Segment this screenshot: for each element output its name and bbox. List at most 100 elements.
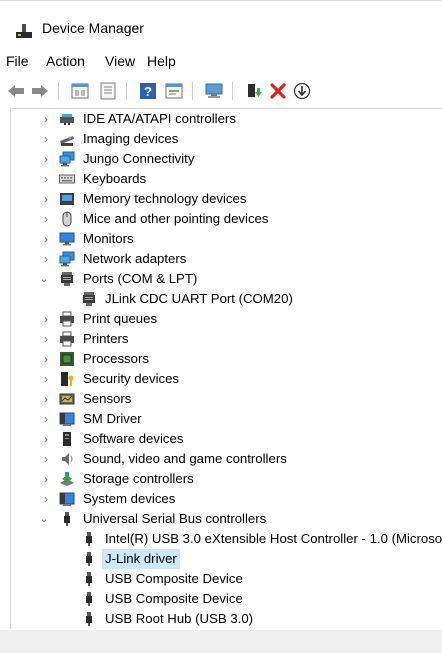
view-icon[interactable] <box>162 80 186 102</box>
tree-item-intel-usb-host-controller[interactable]: Intel(R) USB 3.0 eXtensible Host Control… <box>11 529 442 549</box>
forward-icon[interactable] <box>28 80 52 102</box>
usb-icon <box>86 532 92 546</box>
tree-item-mice[interactable]: › Mice and other pointing devices <box>11 209 442 229</box>
tree-item-label: SM Driver <box>83 411 142 426</box>
window-top-border <box>0 0 442 2</box>
security-icon <box>61 372 74 386</box>
tree-item-processors[interactable]: › Processors <box>11 349 442 369</box>
tree-item-security-devices[interactable]: › Security devices <box>11 369 442 389</box>
menu-action[interactable]: Action <box>46 51 85 71</box>
toolbar-separator <box>126 82 127 100</box>
tree-item-label: Mice and other pointing devices <box>83 211 269 226</box>
window-title: Device Manager <box>42 20 144 36</box>
system-device-icon <box>59 492 75 506</box>
chevron-right-icon[interactable]: › <box>40 149 52 169</box>
system-device-icon <box>59 412 75 426</box>
tree-item-software-devices[interactable]: › Software devices <box>11 429 442 449</box>
menu-help[interactable]: Help <box>147 51 176 71</box>
menu-file[interactable]: File <box>6 51 29 71</box>
update-driver-icon[interactable] <box>290 80 314 102</box>
speaker-icon <box>62 453 73 465</box>
chevron-right-icon[interactable]: › <box>40 409 52 429</box>
sensor-icon <box>59 393 75 405</box>
tree-item-print-queues[interactable]: › Print queues <box>11 309 442 329</box>
back-icon[interactable] <box>4 80 28 102</box>
device-manager-icon <box>16 24 32 38</box>
svg-text:?: ? <box>144 84 152 99</box>
keyboard-icon <box>59 174 75 184</box>
tree-item-ide-ata-atapi[interactable]: › IDE ATA/ATAPI controllers <box>11 109 442 129</box>
network-icon <box>59 251 75 267</box>
chevron-right-icon[interactable]: › <box>40 349 52 369</box>
tree-item-label: Keyboards <box>83 171 147 186</box>
storage-controller-icon <box>60 472 74 486</box>
tree-item-label: Memory technology devices <box>83 191 247 206</box>
help-icon[interactable]: ? <box>136 80 160 102</box>
tree-item-usb-composite-device[interactable]: USB Composite Device <box>11 589 442 609</box>
tree-item-label: Sensors <box>83 391 132 406</box>
tree-item-label: System devices <box>83 491 176 506</box>
monitor-icon <box>59 232 75 246</box>
tree-item-ports[interactable]: ⌄ Ports (COM & LPT) <box>11 269 442 289</box>
port-icon <box>83 292 95 306</box>
chevron-right-icon[interactable]: › <box>40 309 52 329</box>
disk-controller-icon <box>60 114 74 125</box>
port-icon <box>61 272 73 286</box>
chevron-down-icon[interactable]: ⌄ <box>38 509 50 529</box>
chevron-right-icon[interactable]: › <box>40 429 52 449</box>
tree-item-network-adapters[interactable]: › Network adapters <box>11 249 442 269</box>
chevron-right-icon[interactable]: › <box>40 489 52 509</box>
chevron-right-icon[interactable]: › <box>40 449 52 469</box>
printer-icon <box>60 331 74 347</box>
tree-item-sound-video-game[interactable]: › Sound, video and game controllers <box>11 449 442 469</box>
tree-item-label: Network adapters <box>83 251 187 266</box>
tree-item-label: Ports (COM & LPT) <box>83 271 198 286</box>
tree-item-usb-controllers[interactable]: ⌄ Universal Serial Bus controllers <box>11 509 442 529</box>
tree-item-label: Sound, video and game controllers <box>83 451 287 466</box>
chevron-right-icon[interactable]: › <box>40 249 52 269</box>
chevron-right-icon[interactable]: › <box>40 229 52 249</box>
tree-item-usb-composite-device[interactable]: USB Composite Device <box>11 569 442 589</box>
tree-item-monitors[interactable]: › Monitors <box>11 229 442 249</box>
tree-item-memory-technology[interactable]: › Memory technology devices <box>11 189 442 209</box>
title-bar: Device Manager <box>0 10 442 46</box>
tree-item-imaging-devices[interactable]: › Imaging devices <box>11 129 442 149</box>
tree-item-label: Software devices <box>83 431 184 446</box>
tree-item-jlink-cdc-uart-port[interactable]: JLink CDC UART Port (COM20) <box>11 289 442 309</box>
enable-device-icon[interactable] <box>242 80 266 102</box>
uninstall-icon[interactable] <box>266 80 290 102</box>
software-device-icon <box>63 432 71 446</box>
tree-item-storage-controllers[interactable]: › Storage controllers <box>11 469 442 489</box>
tree-item-jlink-driver[interactable]: J-Link driver <box>11 549 442 569</box>
tree-item-label: IDE ATA/ATAPI controllers <box>83 111 236 126</box>
menu-view[interactable]: View <box>105 51 135 71</box>
tree-item-label: Processors <box>83 351 149 366</box>
tree-item-usb-root-hub[interactable]: USB Root Hub (USB 3.0) <box>11 609 442 629</box>
properties-icon[interactable] <box>68 80 92 102</box>
chevron-right-icon[interactable]: › <box>40 369 52 389</box>
chevron-right-icon[interactable]: › <box>40 209 52 229</box>
tree-item-label: Printers <box>83 331 129 346</box>
tree-item-system-devices[interactable]: › System devices <box>11 489 442 509</box>
chevron-right-icon[interactable]: › <box>40 329 52 349</box>
chevron-right-icon[interactable]: › <box>40 389 52 409</box>
status-bar <box>0 630 442 653</box>
chevron-right-icon[interactable]: › <box>40 189 52 209</box>
imaging-icon <box>60 136 74 146</box>
show-hidden-icon[interactable] <box>96 80 120 102</box>
chevron-right-icon[interactable]: › <box>40 129 52 149</box>
scan-icon[interactable] <box>202 80 226 102</box>
chevron-right-icon[interactable]: › <box>40 169 52 189</box>
chevron-down-icon[interactable]: ⌄ <box>38 269 50 289</box>
tree-item-sensors[interactable]: › Sensors <box>11 389 442 409</box>
tree-item-keyboards[interactable]: › Keyboards <box>11 169 442 189</box>
tree-item-sm-driver[interactable]: › SM Driver <box>11 409 442 429</box>
chevron-right-icon[interactable]: › <box>40 109 52 129</box>
tree-item-label: Storage controllers <box>83 471 194 486</box>
chevron-right-icon[interactable]: › <box>40 469 52 489</box>
tree-item-printers[interactable]: › Printers <box>11 329 442 349</box>
device-tree: › IDE ATA/ATAPI controllers › Imaging de… <box>10 108 442 629</box>
tree-item-jungo-connectivity[interactable]: › Jungo Connectivity <box>11 149 442 169</box>
tree-item-label: USB Composite Device <box>105 571 243 586</box>
usb-icon <box>64 512 70 526</box>
